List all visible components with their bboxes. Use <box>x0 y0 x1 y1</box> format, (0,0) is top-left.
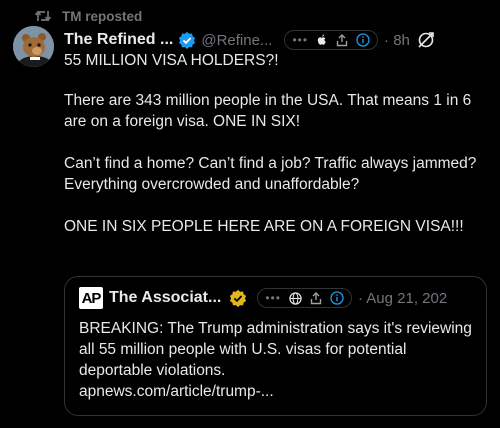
tweet-text: 55 MILLION VISA HOLDERS?! There are 343 … <box>64 50 489 258</box>
share-icon[interactable] <box>310 291 322 305</box>
info-icon[interactable] <box>356 33 370 47</box>
tweet-time-value: 8h <box>393 31 410 49</box>
quoted-tweet-text: BREAKING: The Trump administration says … <box>79 318 479 402</box>
tweet-paragraph: There are 343 million people in the USA.… <box>64 92 472 130</box>
tweet-paragraph: ONE IN SIX PEOPLE HERE ARE ON A FOREIGN … <box>64 218 464 235</box>
info-icon[interactable] <box>330 291 344 305</box>
quoted-action-pill: ••• <box>257 288 352 308</box>
quoted-tweet-body: BREAKING: The Trump administration says … <box>79 320 472 379</box>
quoted-tweet-card[interactable]: AP The Associat... ••• · Aug 21, 202 BRE… <box>64 276 487 416</box>
author-name[interactable]: The Refined ... <box>64 31 173 49</box>
bear-avatar-icon <box>13 26 54 67</box>
tweet-paragraph: Can’t find a home? Can’t find a job? Tra… <box>64 155 477 193</box>
tweet-header: The Refined ... @Refine... ••• · 8h <box>64 29 492 51</box>
repost-indicator[interactable]: TM reposted <box>34 6 142 26</box>
quoted-author-name[interactable]: The Associat... <box>109 289 221 307</box>
share-icon[interactable] <box>336 33 348 47</box>
verified-badge-icon <box>229 289 247 307</box>
repost-label: TM reposted <box>62 8 143 24</box>
tweet-timestamp[interactable]: · 8h <box>384 32 410 49</box>
more-dots[interactable]: ••• <box>292 33 308 47</box>
avatar[interactable] <box>13 26 54 67</box>
ghost-icon[interactable] <box>416 30 436 50</box>
tweet-paragraph: 55 MILLION VISA HOLDERS?! <box>64 52 279 69</box>
ap-logo-avatar[interactable]: AP <box>79 287 103 309</box>
verified-badge-icon <box>178 31 196 49</box>
action-pill: ••• <box>284 30 379 50</box>
repost-icon <box>34 9 52 23</box>
more-dots[interactable]: ••• <box>265 291 281 305</box>
apple-icon[interactable] <box>316 33 328 47</box>
quoted-tweet-header: AP The Associat... ••• · Aug 21, 202 <box>79 286 480 310</box>
author-handle[interactable]: @Refine... <box>201 32 272 49</box>
globe-icon[interactable] <box>289 291 302 305</box>
quoted-tweet-link[interactable]: apnews.com/article/trump-... <box>79 381 479 402</box>
quoted-tweet-timestamp[interactable]: · Aug 21, 202 <box>358 290 447 307</box>
